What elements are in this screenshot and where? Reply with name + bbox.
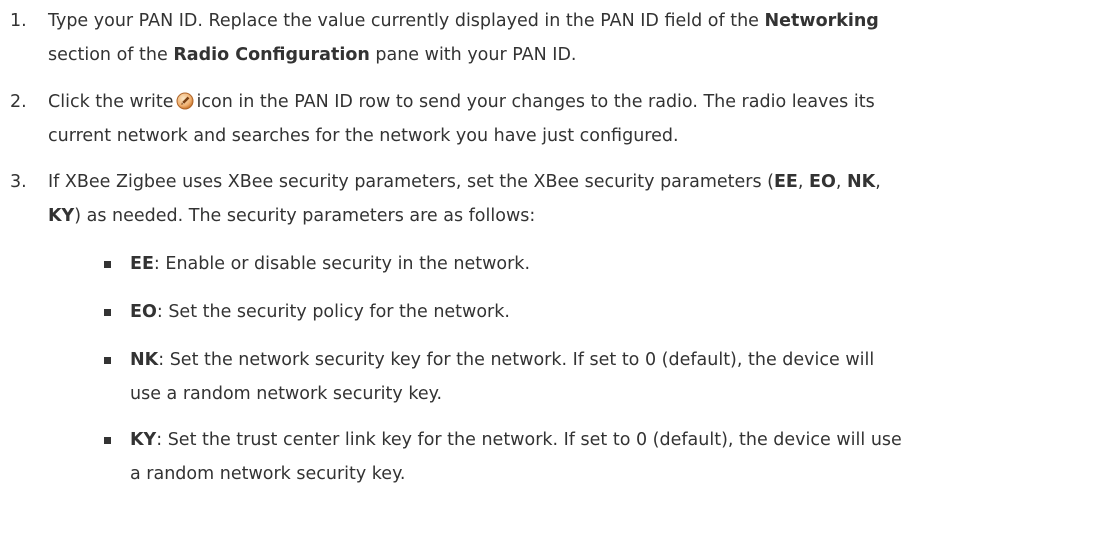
ui-term-radio-configuration: Radio Configuration <box>173 45 370 65</box>
step-line: section of the Radio Configuration pane … <box>48 38 1108 72</box>
step-line: If XBee Zigbee uses XBee security parame… <box>48 165 1108 199</box>
ui-term-networking: Networking <box>764 11 879 31</box>
param-code-eo: EO <box>809 172 836 192</box>
step-text: Click the write icon in the PAN ID row t… <box>48 85 1108 153</box>
text-run: If XBee Zigbee uses XBee security parame… <box>48 172 774 192</box>
step-line: KY) as needed. The security parameters a… <box>48 199 1108 233</box>
param-code: KY <box>130 430 157 450</box>
param-code-ee: EE <box>773 172 798 192</box>
text-run: , <box>875 172 881 192</box>
param-description: Set the trust center link key for the ne… <box>167 430 902 450</box>
list-item-text: EE: Enable or disable security in the ne… <box>130 247 1110 281</box>
text-run: icon in the PAN ID row to send your chan… <box>196 92 875 112</box>
step-number: 2. <box>10 92 27 112</box>
param-code-ky: KY <box>48 206 75 226</box>
step-line: Type your PAN ID. Replace the value curr… <box>48 4 1108 38</box>
text-run: , <box>835 172 848 192</box>
step-text: Type your PAN ID. Replace the value curr… <box>48 4 1108 72</box>
list-item-line: EE: Enable or disable security in the ne… <box>130 254 531 274</box>
bullet-marker <box>104 357 111 364</box>
param-description: Set the security policy for the network. <box>168 302 510 322</box>
list-item-line: use a random network security key. <box>130 384 443 404</box>
param-description: Set the network security key for the net… <box>169 350 875 370</box>
text-run: section of the <box>48 45 174 65</box>
text-run: Click the write <box>48 92 174 112</box>
param-code-nk: NK <box>847 172 876 192</box>
instruction-document: 1. Type your PAN ID. Replace the value c… <box>0 0 1118 543</box>
list-item-text: NK: Set the network security key for the… <box>130 343 1110 411</box>
step-number: 1. <box>10 11 27 31</box>
list-item-text: KY: Set the trust center link key for th… <box>130 423 1110 491</box>
text-run: ) as needed. The security parameters are… <box>74 206 536 226</box>
list-item-line: a random network security key. <box>130 464 406 484</box>
bullet-marker <box>104 309 111 316</box>
step-line: Click the write icon in the PAN ID row t… <box>48 85 1108 119</box>
bullet-marker <box>104 261 111 268</box>
param-code: EE <box>130 254 154 274</box>
list-item-line: NK: Set the network security key for the… <box>130 350 875 370</box>
write-icon <box>176 92 194 110</box>
list-item-line: EO: Set the security policy for the netw… <box>130 302 510 322</box>
list-item-text: EO: Set the security policy for the netw… <box>130 295 1110 329</box>
text-run: Type your PAN ID. Replace the value curr… <box>48 11 765 31</box>
param-code: NK <box>130 350 159 370</box>
list-item-line: KY: Set the trust center link key for th… <box>130 430 902 450</box>
param-code: EO <box>130 302 157 322</box>
text-run: pane with your PAN ID. <box>369 45 577 65</box>
step-number: 3. <box>10 172 27 192</box>
text-run: , <box>797 172 810 192</box>
step-text: If XBee Zigbee uses XBee security parame… <box>48 165 1108 233</box>
bullet-marker <box>104 437 111 444</box>
param-description: Enable or disable security in the networ… <box>165 254 531 274</box>
step-line: current network and searches for the net… <box>48 126 679 146</box>
